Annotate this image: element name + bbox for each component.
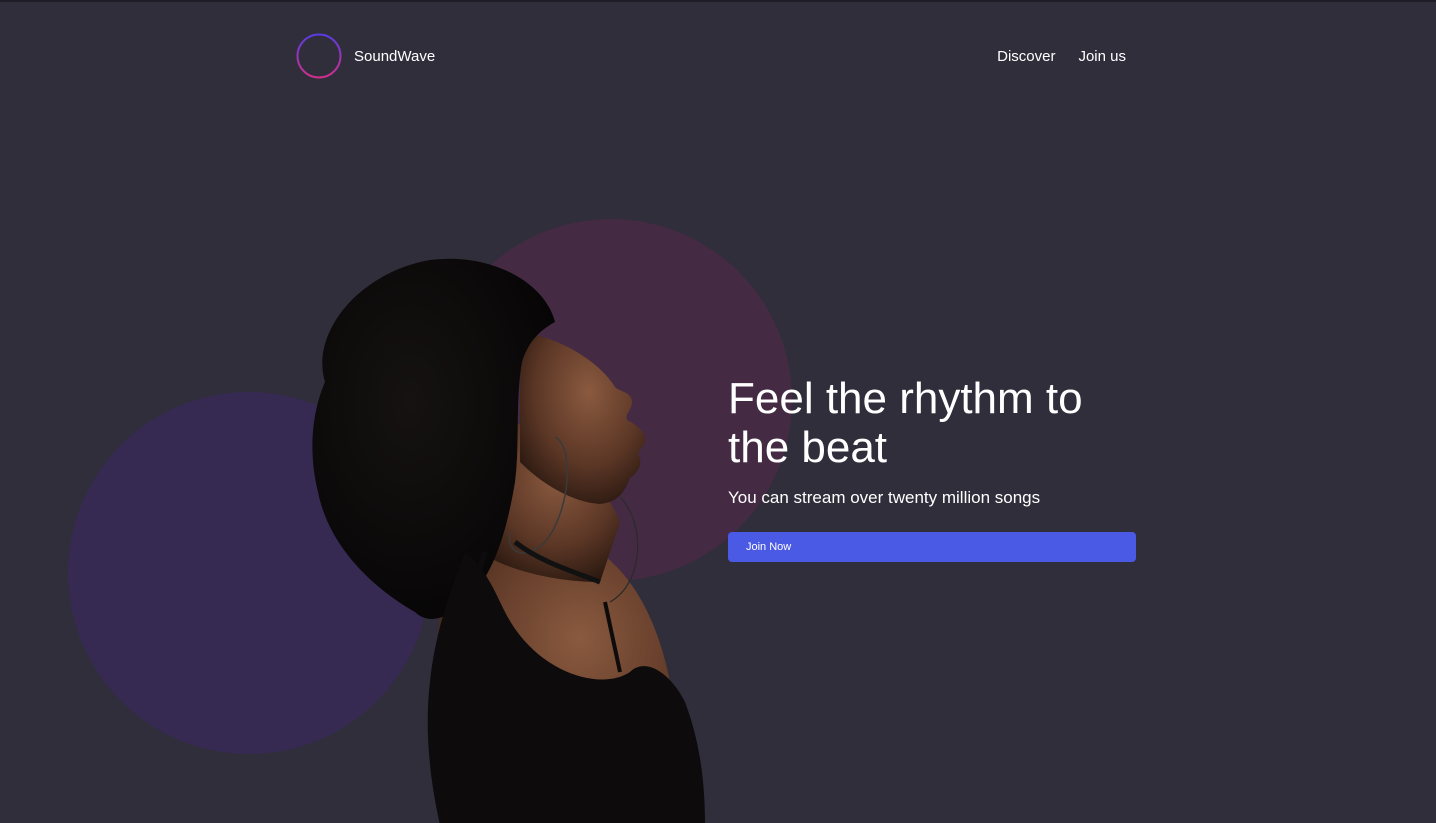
woman-listening-to-music-photo (312, 258, 705, 823)
hero-title: Feel the rhythm to the beat (728, 374, 1083, 472)
brand-link[interactable]: SoundWave (296, 33, 435, 79)
landing-page: SoundWave Discover Join us Feel the rhyt… (0, 0, 1436, 823)
hero-subtitle: You can stream over twenty million songs (728, 488, 1041, 507)
join-now-button[interactable]: Join Now (728, 532, 1136, 562)
nav-link-join-us[interactable]: Join us (1078, 48, 1126, 65)
hero-section: Feel the rhythm to the beat You can stre… (728, 374, 1136, 562)
nav-link-discover[interactable]: Discover (997, 48, 1055, 65)
site-header: SoundWave Discover Join us (296, 32, 1126, 80)
soundwave-logo-icon (296, 33, 342, 79)
main-nav: Discover Join us (997, 48, 1126, 65)
brand-name: SoundWave (354, 47, 436, 65)
